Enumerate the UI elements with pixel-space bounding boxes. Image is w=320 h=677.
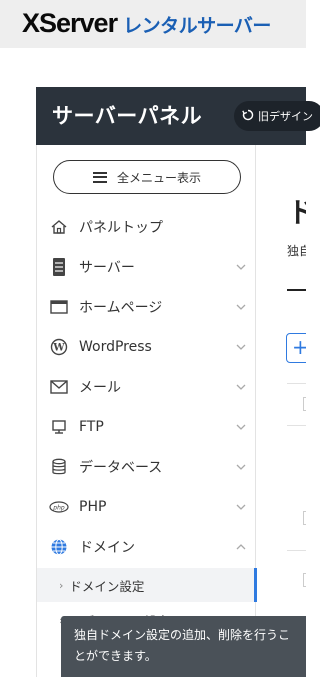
sidebar-item-label: WordPress: [79, 339, 152, 355]
svg-text:W: W: [52, 343, 65, 354]
row-checkbox[interactable]: [303, 573, 306, 587]
sidebar-item-label: FTP: [79, 419, 104, 435]
sidebar-item-label: パネルトップ: [79, 220, 163, 236]
page-description: 独自: [287, 244, 306, 258]
brand-logo[interactable]: XServer レンタルサーバー: [22, 8, 271, 39]
php-icon: php: [49, 497, 69, 517]
sidebar: 全メニュー表示 パネルトップ サーバー ホームページ W WordPress メ…: [36, 145, 257, 677]
sidebar-subitem-label: ドメイン設定: [69, 578, 145, 594]
svg-text:php: php: [52, 504, 65, 511]
tooltip-text: 独自ドメイン設定の追加、削除を行うことができます。: [74, 628, 291, 663]
chevron-down-icon: [236, 464, 246, 470]
panel-title: サーバーパネル: [52, 104, 203, 128]
chevron-down-icon: [236, 384, 246, 390]
sidebar-item-label: ドメイン: [79, 540, 135, 556]
table-divider: [287, 550, 306, 551]
sidebar-item-mail[interactable]: メール: [37, 367, 257, 407]
sidebar-item-panel-top[interactable]: パネルトップ: [37, 207, 257, 247]
brand-subtitle: レンタルサーバー: [123, 15, 271, 37]
chevron-right-icon: ›: [59, 578, 64, 592]
brand-logo-text: XServer: [22, 8, 118, 38]
sidebar-item-label: サーバー: [79, 260, 135, 276]
row-checkbox[interactable]: [303, 511, 306, 525]
chevron-down-icon: [236, 264, 246, 270]
mail-icon: [49, 377, 69, 397]
wordpress-icon: W: [49, 337, 69, 357]
home-icon: [49, 217, 69, 237]
database-icon: [49, 457, 69, 477]
sidebar-item-php[interactable]: php PHP: [37, 487, 257, 527]
sidebar-item-label: ホームページ: [79, 300, 163, 316]
hamburger-icon: [92, 171, 107, 183]
sidebar-item-label: データベース: [79, 460, 163, 476]
add-domain-button[interactable]: +: [286, 333, 306, 363]
sidebar-item-label: PHP: [79, 499, 107, 515]
chevron-down-icon: [236, 304, 246, 310]
sidebar-item-ftp[interactable]: FTP: [37, 407, 257, 447]
main-content: ド 独自 +: [257, 145, 306, 677]
chevron-down-icon: [236, 504, 246, 510]
chevron-up-icon: [236, 544, 246, 550]
monitor-icon: [49, 417, 69, 437]
browser-window-icon: [49, 297, 69, 317]
sidebar-item-homepage[interactable]: ホームページ: [37, 287, 257, 327]
old-design-label: 旧デザイン: [258, 110, 313, 123]
table-divider: [287, 383, 306, 384]
server-icon: [49, 257, 69, 277]
old-design-button[interactable]: 旧デザイン: [234, 101, 320, 131]
sidebar-item-wordpress[interactable]: W WordPress: [37, 327, 257, 367]
tab-underline: [287, 289, 306, 291]
page-title: ド: [288, 196, 306, 229]
sidebar-item-database[interactable]: データベース: [37, 447, 257, 487]
sidebar-subitem-domain-settings[interactable]: › ドメイン設定: [37, 568, 257, 602]
row-checkbox[interactable]: [303, 397, 306, 411]
sidebar-item-server[interactable]: サーバー: [37, 247, 257, 287]
chevron-down-icon: [236, 344, 246, 350]
table-divider: [287, 425, 306, 426]
globe-icon: [49, 537, 69, 557]
panel-header: サーバーパネル 旧デザイン: [36, 87, 320, 145]
all-menu-button[interactable]: 全メニュー表示: [53, 160, 241, 194]
sidebar-item-domain[interactable]: ドメイン: [37, 527, 257, 567]
sidebar-item-label: メール: [79, 380, 121, 396]
brand-bar: XServer レンタルサーバー: [0, 0, 306, 48]
tooltip: 独自ドメイン設定の追加、削除を行うことができます。: [61, 616, 306, 677]
refresh-icon: [242, 109, 254, 124]
chevron-down-icon: [236, 424, 246, 430]
all-menu-label: 全メニュー表示: [116, 170, 201, 185]
